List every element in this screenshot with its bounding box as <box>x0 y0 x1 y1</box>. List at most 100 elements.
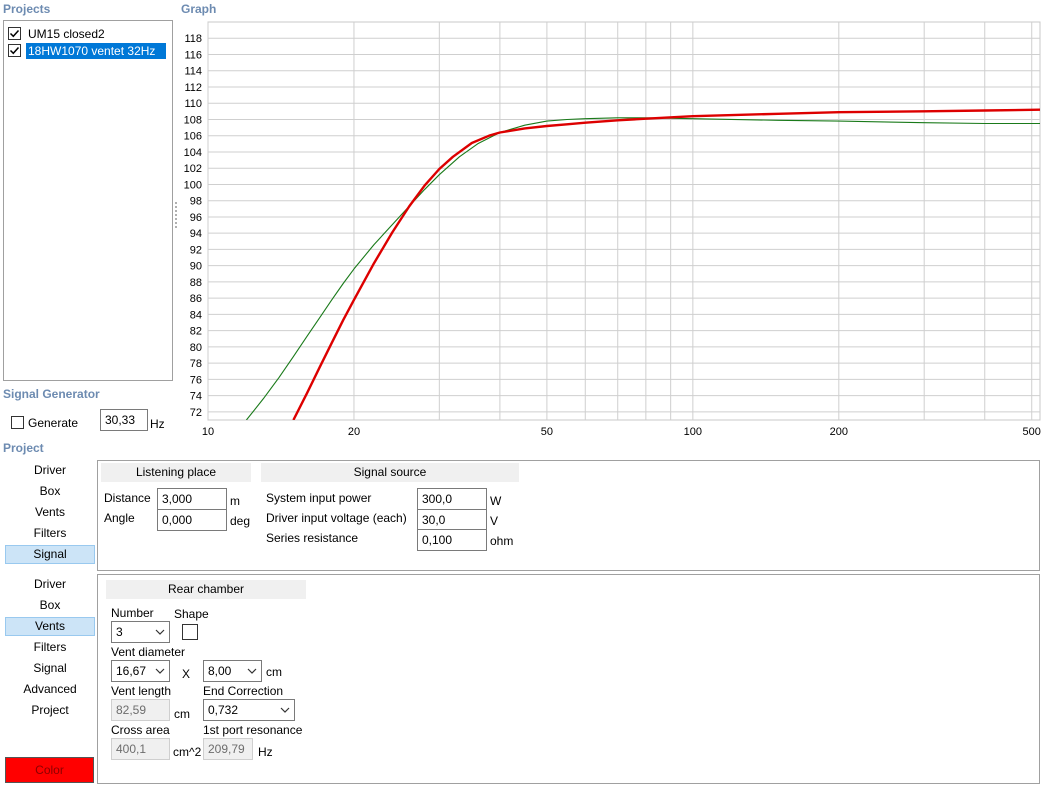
y-tick-label: 116 <box>184 49 202 61</box>
nav2-project[interactable]: Project <box>5 701 95 720</box>
chevron-down-icon <box>247 668 257 674</box>
vent-diameter-2-value: 8,00 <box>208 664 232 678</box>
nav2-box[interactable]: Box <box>5 596 95 615</box>
vent-length-unit: cm <box>174 707 190 721</box>
y-tick-label: 74 <box>190 391 202 403</box>
y-tick-label: 118 <box>184 33 202 45</box>
y-tick-label: 110 <box>184 98 202 110</box>
port-resonance-unit: Hz <box>258 745 273 759</box>
y-tick-label: 112 <box>184 82 202 94</box>
frequency-input[interactable]: 30,33 <box>100 409 148 431</box>
angle-unit: deg <box>230 514 251 528</box>
chevron-down-icon <box>280 707 290 713</box>
signal-generator-title: Signal Generator <box>3 387 100 401</box>
y-tick-label: 76 <box>190 374 202 386</box>
y-tick-label: 100 <box>184 179 202 191</box>
vent-diameter-2-select[interactable]: 8,00 <box>203 660 262 682</box>
cross-area-unit: cm^2 <box>173 745 202 759</box>
distance-unit: m <box>230 494 240 508</box>
port-resonance-label: 1st port resonance <box>203 723 303 737</box>
nav2-advanced[interactable]: Advanced <box>5 680 95 699</box>
nav1-box[interactable]: Box <box>5 482 95 501</box>
project-label-0[interactable]: UM15 closed2 <box>26 26 107 42</box>
y-tick-label: 114 <box>184 66 202 78</box>
nav2-filters[interactable]: Filters <box>5 638 95 657</box>
resistance-input[interactable]: 0,100 <box>417 529 487 551</box>
nav1-vents[interactable]: Vents <box>5 503 95 522</box>
project-checkbox-1[interactable] <box>8 44 21 57</box>
shape-label: Shape <box>174 607 209 621</box>
frequency-unit: Hz <box>150 417 165 431</box>
color-button[interactable]: Color <box>5 757 94 783</box>
cross-area-input: 400,1 <box>111 738 170 760</box>
check-icon <box>9 46 20 55</box>
nav1-filters[interactable]: Filters <box>5 524 95 543</box>
plot-area <box>207 21 1041 421</box>
number-label: Number <box>111 606 154 620</box>
project-item-0[interactable]: UM15 closed2 <box>8 25 107 42</box>
y-tick-label: 84 <box>190 309 202 321</box>
project-title: Project <box>3 441 44 455</box>
y-tick-label: 98 <box>190 196 202 208</box>
y-tick-label: 104 <box>184 147 202 159</box>
x-tick-label: 100 <box>684 426 702 438</box>
projects-list[interactable]: UM15 closed2 18HW1070 ventet 32Hz <box>3 20 173 381</box>
chevron-down-icon <box>155 629 165 635</box>
x-tick-label: 500 <box>1023 426 1041 438</box>
angle-input[interactable]: 0,000 <box>157 509 227 531</box>
x-tick-label: 200 <box>830 426 848 438</box>
voltage-unit: V <box>490 514 499 528</box>
y-tick-label: 86 <box>190 293 202 305</box>
x-label: X <box>182 667 191 681</box>
nav2-signal[interactable]: Signal <box>5 659 95 678</box>
resistance-unit: ohm <box>490 534 514 548</box>
distance-input[interactable]: 3,000 <box>157 488 227 510</box>
voltage-input[interactable]: 30,0 <box>417 509 487 531</box>
cross-area-label: Cross area <box>111 723 170 737</box>
vent-diameter-unit: cm <box>266 665 282 679</box>
rear-chamber-header: Rear chamber <box>106 580 306 599</box>
power-input[interactable]: 300,0 <box>417 488 487 510</box>
port-resonance-input: 209,79 <box>203 738 253 760</box>
end-correction-label: End Correction <box>203 684 284 698</box>
end-correction-value: 0,732 <box>208 703 239 717</box>
number-select[interactable]: 3 <box>111 621 170 643</box>
nav2-driver[interactable]: Driver <box>5 575 95 594</box>
vent-diameter-1-select[interactable]: 16,67 <box>111 660 170 682</box>
shape-checkbox[interactable] <box>182 624 198 640</box>
distance-label: Distance <box>104 491 151 505</box>
vent-diameter-1-value: 16,67 <box>116 664 147 678</box>
y-tick-label: 94 <box>190 228 202 240</box>
nav2-vents[interactable]: Vents <box>5 617 95 636</box>
signal-source-header: Signal source <box>261 463 519 482</box>
vent-diameter-label: Vent diameter <box>111 645 186 659</box>
vent-length-label: Vent length <box>111 684 172 698</box>
generate-label: Generate <box>28 416 79 430</box>
frequency-response-chart: 72 74 76 78 80 82 84 86 88 90 92 94 96 98 100 102 104 106… <box>184 21 1041 438</box>
generate-checkbox[interactable] <box>11 416 24 429</box>
y-tick-label: 78 <box>190 358 202 370</box>
y-tick-label: 90 <box>190 261 202 273</box>
y-tick-label: 92 <box>190 244 202 256</box>
nav1-signal[interactable]: Signal <box>5 545 95 564</box>
project-checkbox-0[interactable] <box>8 27 21 40</box>
y-tick-label: 102 <box>184 163 202 175</box>
y-tick-label: 108 <box>184 114 202 126</box>
nav1-driver[interactable]: Driver <box>5 461 95 480</box>
check-icon <box>9 29 20 38</box>
listening-place-header: Listening place <box>101 463 251 482</box>
y-tick-label: 80 <box>190 342 202 354</box>
power-unit: W <box>490 494 502 508</box>
y-tick-label: 96 <box>190 212 202 224</box>
resistance-label: Series resistance <box>266 531 359 545</box>
x-tick-label: 20 <box>348 426 360 438</box>
y-tick-label: 72 <box>190 407 202 419</box>
end-correction-select[interactable]: 0,732 <box>203 699 295 721</box>
project-label-1[interactable]: 18HW1070 ventet 32Hz <box>26 42 166 59</box>
project-item-1[interactable]: 18HW1070 ventet 32Hz <box>8 42 166 59</box>
number-select-value: 3 <box>116 625 123 639</box>
y-tick-label: 88 <box>190 277 202 289</box>
y-tick-label: 106 <box>184 131 202 143</box>
angle-label: Angle <box>104 511 135 525</box>
chevron-down-icon <box>155 668 165 674</box>
